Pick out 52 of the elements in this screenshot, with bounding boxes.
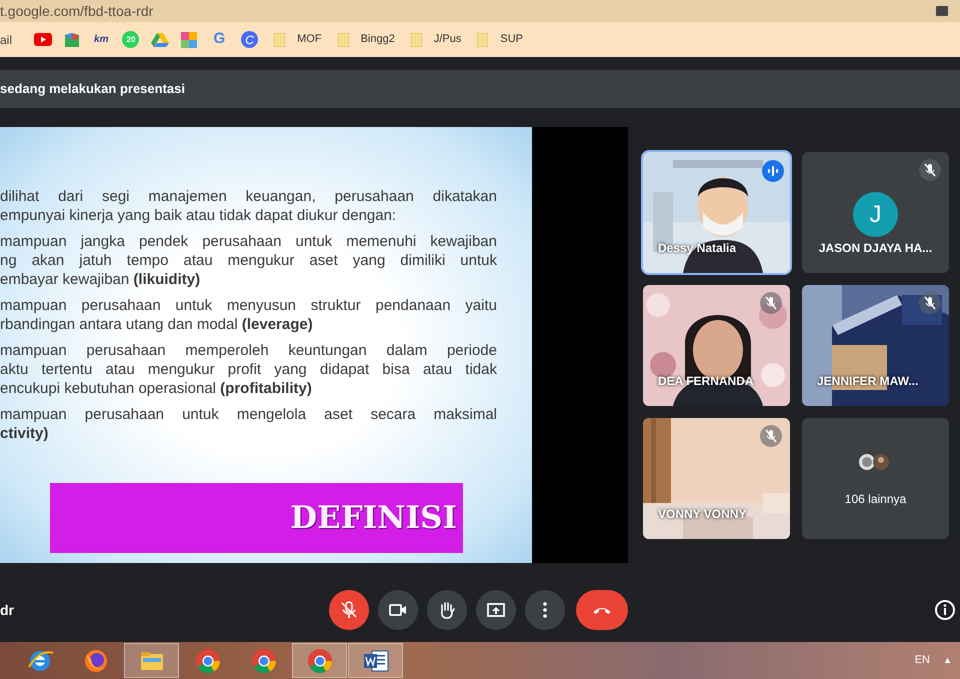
chrome-icon xyxy=(306,646,334,674)
participant-name: JASON DJAYA HA... xyxy=(818,240,934,257)
banner-title: DEFINISI xyxy=(290,498,457,538)
bookmark-link[interactable]: ail xyxy=(0,30,12,48)
avatar-initial: J xyxy=(853,192,898,237)
raise-hand-button[interactable] xyxy=(426,590,466,630)
participant-name: VONNY VONNY xyxy=(658,506,746,523)
microphone-icon xyxy=(338,600,358,620)
slide-text: mampuan perusahaan memperoleh keuntungan dalam periode xyxy=(0,341,497,360)
bookmark-link[interactable]: SUP xyxy=(500,31,523,48)
chrome-icon xyxy=(250,646,278,674)
slide-text: encukupi kebutuhan operasional (profitability) xyxy=(0,379,313,398)
participant-name: Dessy Natalia xyxy=(658,240,736,257)
url-text[interactable]: t.google.com/fbd-ttoa-rdr xyxy=(0,4,154,18)
participant-tile[interactable]: J JASON DJAYA HA... xyxy=(802,152,949,273)
more-icon xyxy=(542,602,546,618)
participant-tile[interactable]: Dessy Natalia xyxy=(643,152,790,273)
present-screen-icon xyxy=(486,600,506,620)
slide-text: mampuan perusahaan untuk menyusun struktur pendanaan yaitu xyxy=(0,296,497,315)
bookmark-logo[interactable]: C xyxy=(241,31,258,48)
slide-text: aktu tertentu atau mengukur profit yang didapat bisa atau tidak xyxy=(0,360,497,379)
camera-button[interactable] xyxy=(378,590,418,630)
slide-text: ng akan jatuh tempo atau mengukur aset yang dimiliki untuk xyxy=(0,251,497,270)
slide-text: empunyai kinerja yang baik atau tidak dapat diukur dengan: xyxy=(0,206,398,225)
slide-text: dilihat dari segi manajemen keuangan, perusahaan dikatakan xyxy=(0,187,497,206)
avatar-group-icon xyxy=(859,454,889,470)
slide-text: mampuan perusahaan untuk mengelola aset secara maksimal xyxy=(0,405,497,424)
slide-text: embayar kewajiban (likuidity) xyxy=(0,270,202,289)
speaking-indicator-icon xyxy=(762,160,784,182)
slide-text: ctivity) xyxy=(0,424,50,443)
language-indicator[interactable]: EN xyxy=(914,652,930,669)
color-grid-icon[interactable] xyxy=(181,32,198,48)
meeting-code: dr xyxy=(0,600,14,620)
bookmark-logo[interactable]: km xyxy=(94,32,108,47)
slide-text: mampuan jangka pendek perusahaan untuk memenuhi kewajiban xyxy=(0,232,497,251)
participant-name: 106 lainnya xyxy=(844,491,908,508)
triangle-icon[interactable] xyxy=(151,32,170,47)
end-call-button[interactable] xyxy=(576,590,628,630)
bookmark-link[interactable]: J/Pus xyxy=(434,31,462,48)
microphone-button[interactable] xyxy=(328,590,368,630)
presentation-label: sedang melakukan presentasi xyxy=(0,80,185,98)
phone-hangup-icon xyxy=(592,606,610,614)
chrome-icon xyxy=(194,646,222,674)
more-options-button[interactable] xyxy=(524,590,564,630)
taskbar-app[interactable] xyxy=(348,643,403,678)
bookmark-link[interactable]: MOF xyxy=(297,31,322,48)
video-play-icon[interactable] xyxy=(34,33,52,46)
slide-text: rbandingan antara utang dan modal (leverage) xyxy=(0,315,314,334)
participant-tile[interactable]: 106 lainnya xyxy=(802,418,949,539)
info-icon[interactable] xyxy=(934,599,956,621)
present-button[interactable] xyxy=(476,590,516,630)
bookmark-link[interactable]: Bingg2 xyxy=(360,31,395,48)
